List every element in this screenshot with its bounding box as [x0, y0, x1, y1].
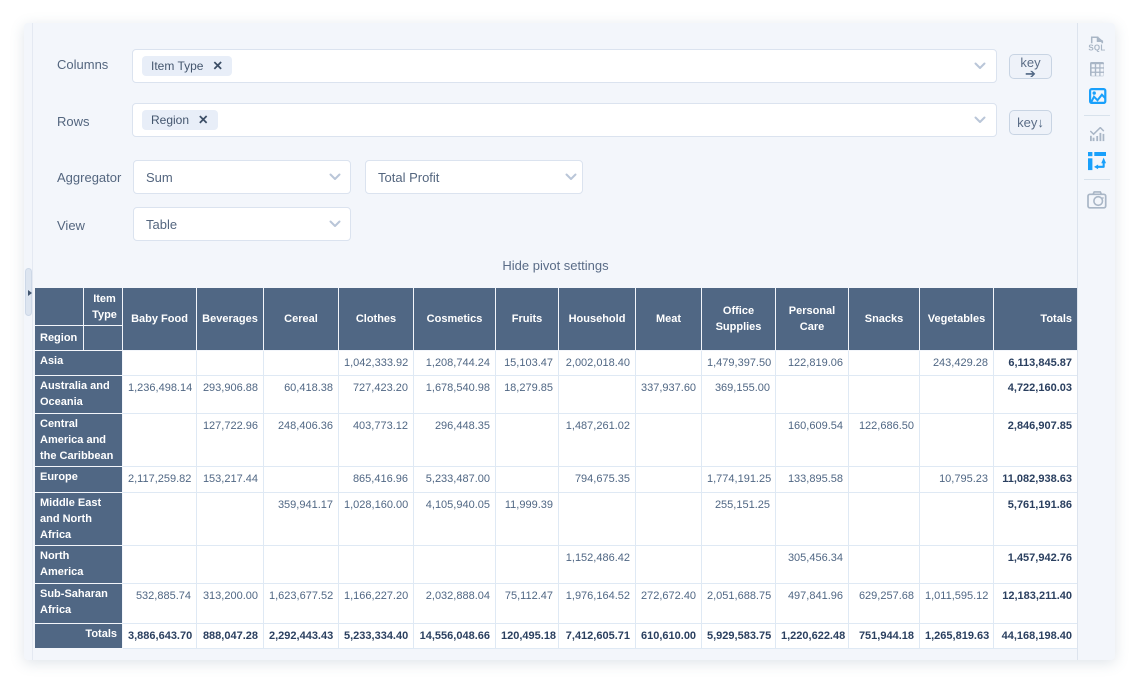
svg-text:SQL: SQL — [1088, 43, 1105, 52]
